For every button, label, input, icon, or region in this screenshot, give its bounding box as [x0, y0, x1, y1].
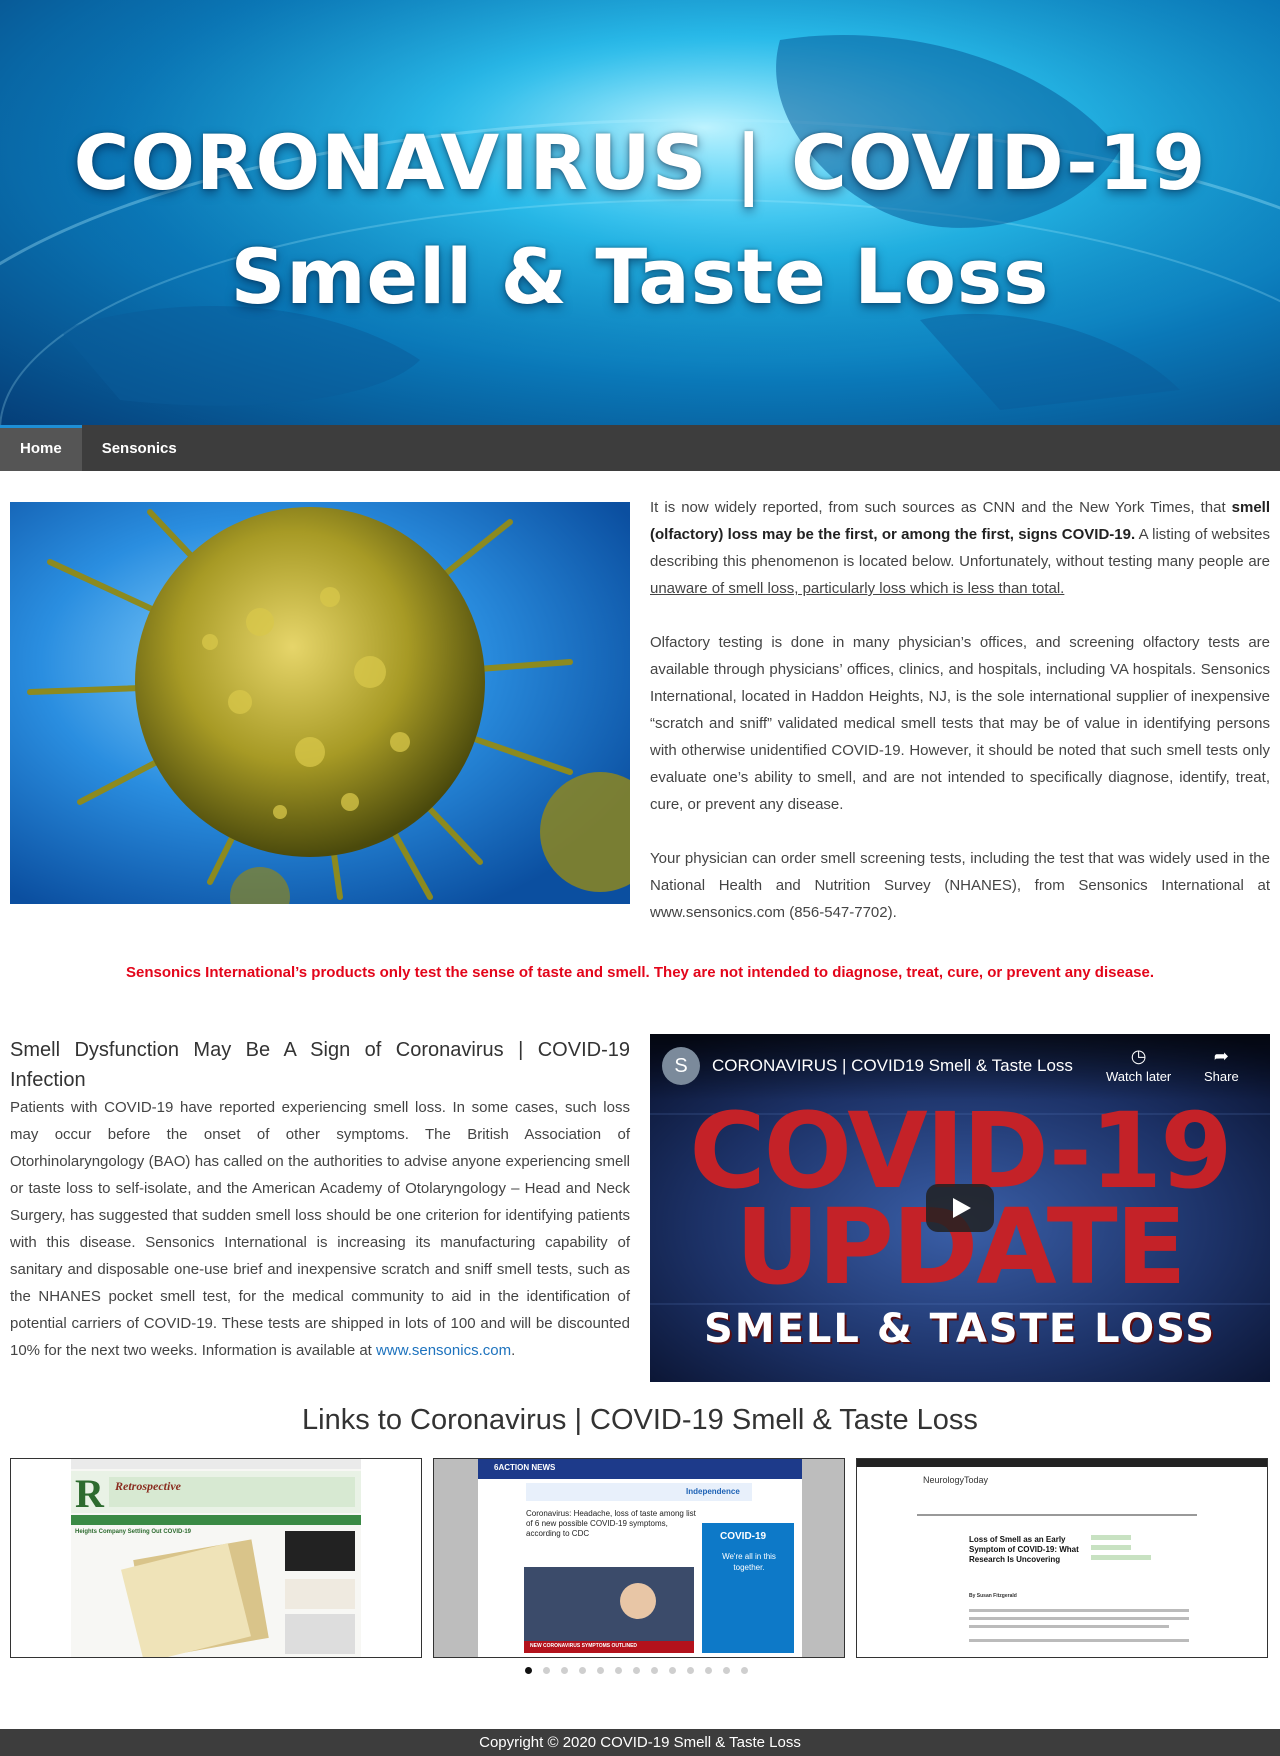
card1-headline: Heights Company Settling Out COVID-19	[75, 1529, 192, 1535]
carousel-dot[interactable]	[723, 1667, 730, 1674]
intro-paragraph-2: Olfactory testing is done in many physic…	[650, 634, 1270, 813]
link-card[interactable]: NeurologyToday Loss of Smell as an Early…	[856, 1458, 1268, 1658]
carousel-dot[interactable]	[543, 1667, 550, 1674]
carousel-dot[interactable]	[597, 1667, 604, 1674]
intro-text: It is now widely reported, from such sou…	[650, 494, 1270, 953]
play-icon[interactable]	[926, 1184, 994, 1232]
link-card[interactable]: R Retrospective Heights Company Settling…	[10, 1458, 422, 1658]
carousel-dot[interactable]	[615, 1667, 622, 1674]
carousel-dot[interactable]	[579, 1667, 586, 1674]
carousel-dot[interactable]	[705, 1667, 712, 1674]
card2-ad: Independence	[686, 1487, 740, 1496]
card2-ticker: NEW CORONAVIRUS SYMPTOMS OUTLINED	[530, 1643, 638, 1649]
disclaimer: Sensonics International’s products only …	[125, 964, 1155, 981]
article-text: Patients with COVID-19 have reported exp…	[10, 1099, 630, 1359]
video-embed[interactable]: COVID-19 UPDATE SMELL & TASTE LOSS S COR…	[650, 1034, 1270, 1382]
carousel-dot[interactable]	[669, 1667, 676, 1674]
hero-title-line2: Smell & Taste Loss	[230, 232, 1050, 321]
channel-avatar[interactable]: S	[662, 1047, 700, 1085]
coronavirus-image	[10, 502, 630, 904]
intro-paragraph-1: It is now widely reported, from such sou…	[650, 494, 1270, 602]
card-screenshot-2: 6ACTION NEWS Independence Coronavirus: H…	[478, 1459, 802, 1657]
share-icon: ➦	[1213, 1046, 1229, 1066]
card2-ad-title: COVID-19	[720, 1531, 767, 1542]
carousel-dot[interactable]	[561, 1667, 568, 1674]
sensonics-link[interactable]: www.sensonics.com	[376, 1342, 511, 1359]
carousel-dot[interactable]	[741, 1667, 748, 1674]
intro-p1-a: It is now widely reported, from such sou…	[650, 499, 1232, 516]
card2-headline: Coronavirus: Headache, loss of taste amo…	[526, 1509, 696, 1538]
clock-icon: ◷	[1130, 1046, 1147, 1066]
footer-copyright: Copyright © 2020 COVID-19 Smell & Taste …	[0, 1729, 1280, 1756]
card3-byline: By Susan Fitzgerald	[969, 1593, 1017, 1599]
article-end: .	[511, 1342, 516, 1359]
link-card[interactable]: 6ACTION NEWS Independence Coronavirus: H…	[433, 1458, 845, 1658]
card2-outlet: 6ACTION NEWS	[494, 1463, 556, 1472]
card3-headline: Loss of Smell as an Early Symptom of COV…	[969, 1535, 1079, 1564]
card-screenshot-3: NeurologyToday Loss of Smell as an Early…	[857, 1459, 1267, 1657]
thumbnail-line3: SMELL & TASTE LOSS	[703, 1306, 1216, 1352]
intro-paragraph-3: Your physician can order smell screening…	[650, 850, 1270, 921]
intro-p1-underlined: unaware of smell loss, particularly loss…	[650, 580, 1065, 597]
article-heading: Smell Dysfunction May Be A Sign of Coron…	[10, 1039, 630, 1091]
globe-graphic	[0, 0, 1280, 425]
card3-outlet: NeurologyToday	[923, 1475, 989, 1485]
watch-later-label: Watch later	[1106, 1069, 1172, 1084]
svg-text:R: R	[75, 1471, 105, 1516]
share-label: Share	[1204, 1069, 1239, 1084]
card2-ad-text: We're all in this together.	[722, 1552, 776, 1572]
hero-title-line1: CORONAVIRUS | COVID-19	[73, 118, 1207, 207]
carousel-dot[interactable]	[525, 1667, 532, 1674]
carousel-dot[interactable]	[687, 1667, 694, 1674]
video-title[interactable]: CORONAVIRUS | COVID19 Smell & Taste Loss	[712, 1056, 1073, 1076]
hero-banner: CORONAVIRUS | COVID-19 Smell & Taste Los…	[0, 0, 1280, 425]
carousel-dot[interactable]	[651, 1667, 658, 1674]
main-nav: Home Sensonics	[0, 425, 1280, 471]
share-button[interactable]: ➦ Share	[1204, 1046, 1239, 1084]
carousel-dots	[525, 1667, 759, 1674]
card1-banner: Retrospective	[115, 1479, 181, 1493]
nav-item-home[interactable]: Home	[0, 425, 82, 471]
links-heading: Links to Coronavirus | COVID-19 Smell & …	[302, 1404, 978, 1436]
carousel-dot[interactable]	[633, 1667, 640, 1674]
card-screenshot-1: R Retrospective Heights Company Settling…	[71, 1459, 361, 1657]
watch-later-button[interactable]: ◷ Watch later	[1106, 1046, 1171, 1084]
article-body: Patients with COVID-19 have reported exp…	[10, 1094, 630, 1364]
nav-item-sensonics[interactable]: Sensonics	[82, 425, 197, 471]
